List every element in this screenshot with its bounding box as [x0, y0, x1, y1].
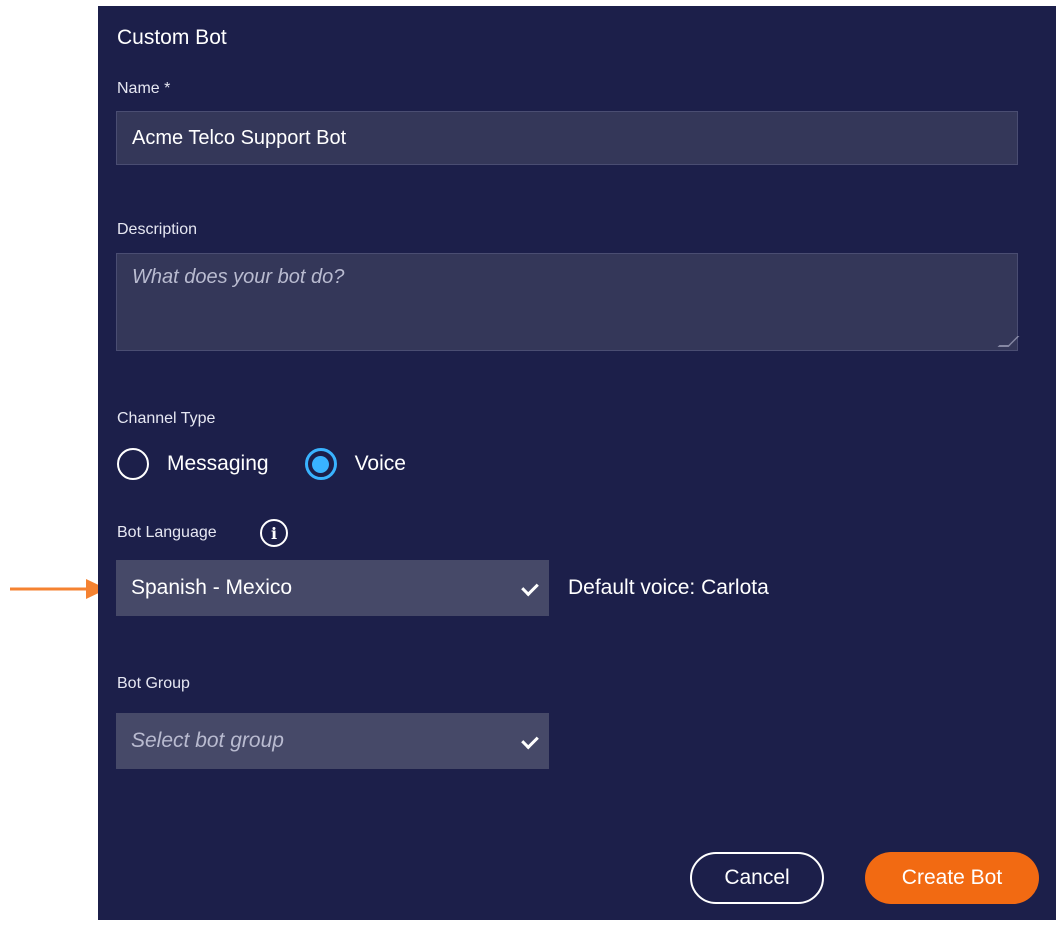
info-icon[interactable]: i [260, 519, 288, 547]
cancel-button[interactable]: Cancel [690, 852, 824, 904]
channel-type-label: Channel Type [117, 410, 216, 427]
name-input-value: Acme Telco Support Bot [132, 126, 347, 149]
bot-group-placeholder: Select bot group [131, 729, 284, 752]
default-voice-text: Default voice: Carlota [568, 576, 769, 599]
custom-bot-dialog: Custom Bot Name * Acme Telco Support Bot… [98, 6, 1056, 920]
create-bot-button[interactable]: Create Bot [865, 852, 1039, 904]
voice-radio-label[interactable]: Voice [355, 452, 406, 476]
bot-language-select[interactable]: Spanish - Mexico [116, 560, 549, 616]
name-label: Name * [117, 80, 171, 97]
name-input[interactable]: Acme Telco Support Bot [116, 111, 1018, 165]
bot-language-label: Bot Language [117, 524, 217, 541]
description-textarea[interactable]: What does your bot do? [116, 253, 1020, 351]
radio-selected-dot [312, 455, 330, 473]
bot-group-select[interactable]: Select bot group [116, 713, 549, 769]
bot-group-label: Bot Group [117, 675, 190, 692]
annotation-arrow-icon [10, 579, 107, 599]
description-placeholder: What does your bot do? [132, 266, 345, 288]
screenshot-stage: Custom Bot Name * Acme Telco Support Bot… [0, 0, 1060, 926]
chevron-down-icon [521, 578, 539, 597]
messaging-radio[interactable] [117, 448, 149, 480]
dialog-title: Custom Bot [117, 26, 227, 49]
channel-type-radio-group: Messaging Voice [117, 448, 406, 480]
chevron-down-icon [521, 731, 539, 750]
resize-handle-icon[interactable] [997, 336, 1020, 347]
voice-radio[interactable] [304, 448, 337, 480]
messaging-radio-label[interactable]: Messaging [167, 452, 269, 476]
bot-language-value: Spanish - Mexico [131, 576, 293, 599]
description-label: Description [117, 221, 198, 238]
